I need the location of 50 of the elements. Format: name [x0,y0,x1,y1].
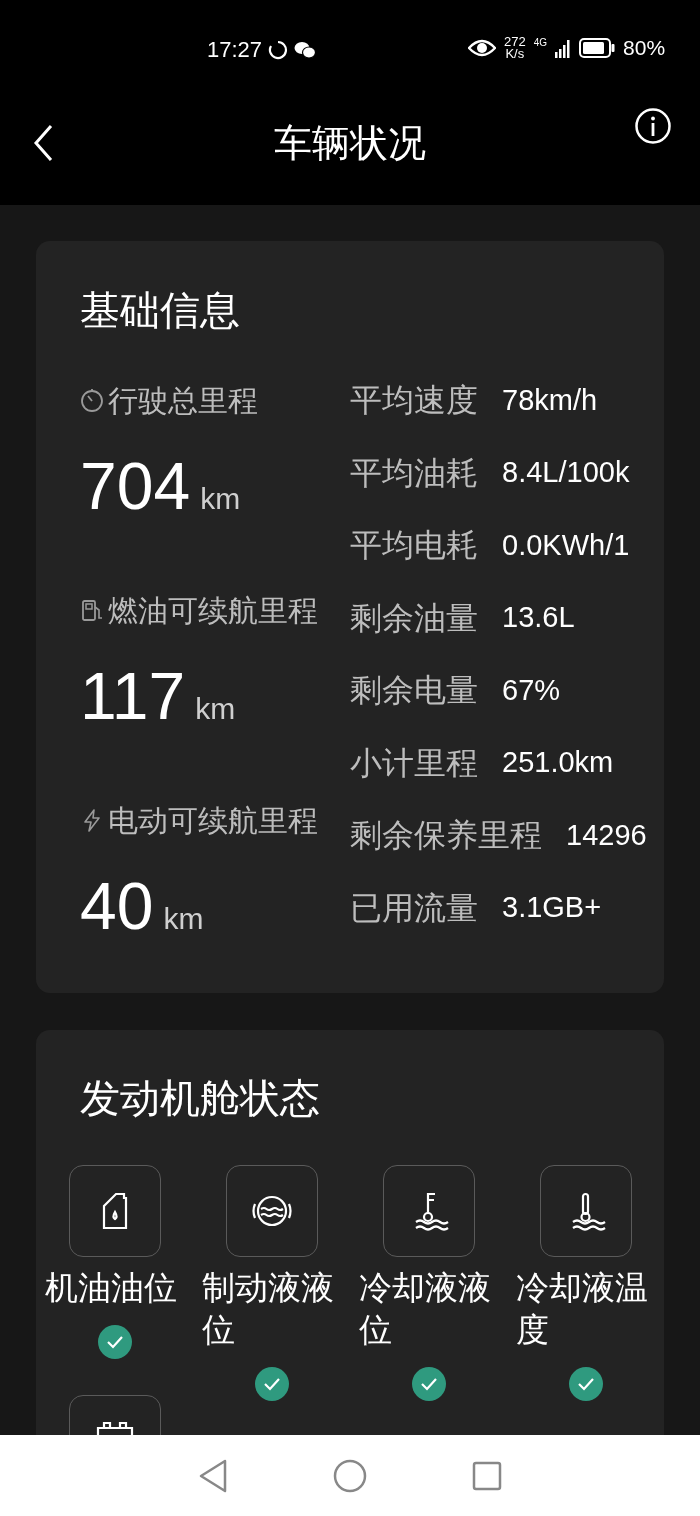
stat-label: 已用流量 [350,888,478,928]
stat-value: 8.4L/100k [502,455,630,490]
battery-icon [579,38,616,58]
stat-value: 13.6L [502,600,575,635]
recents-nav-icon[interactable] [472,1460,502,1491]
range-unit: km [163,901,204,937]
range-label: 行驶总里程 [108,382,258,419]
stat-label: 平均速度 [350,381,478,421]
range-value: 117 [80,658,186,735]
info-button[interactable] [634,107,672,145]
range-label: 燃油可续航里程 [108,592,318,629]
eye-icon [468,38,496,58]
back-icon [32,124,54,162]
page-title: 车辆状况 [274,120,426,166]
stat-label: 小计里程 [350,743,478,783]
sync-icon [268,40,289,60]
battery-percent: 80% [623,36,666,60]
item-label: 机油油位 [44,1268,178,1308]
range-value: 704 [80,448,191,525]
back-nav-icon[interactable] [198,1458,228,1493]
stat-value: 3.1GB+ [502,890,602,925]
item-label: 冷却液温度 [515,1268,649,1350]
range-unit: km [200,481,241,517]
item-label: 冷却液液位 [358,1268,492,1350]
chat-icon [294,41,317,59]
network-speed: 272 [504,36,526,48]
network-speed-unit: K/s [505,48,525,60]
stat-label: 平均油耗 [350,453,478,493]
stat-value: 251.0km [502,745,614,780]
fuel-pump-icon [80,598,104,622]
item-label: 制动液液位 [201,1268,335,1350]
network-type: 4G [533,38,548,48]
range-label: 电动可续航里程 [108,802,318,839]
gauge-icon [80,388,104,412]
stat-label: 剩余油量 [350,598,478,638]
info-icon [634,107,672,145]
stat-label: 平均电耗 [350,526,478,566]
card-title: 基础信息 [80,287,241,334]
status-time: 17:27 [207,36,263,64]
stat-label: 剩余保养里程 [350,816,542,856]
stat-label: 剩余电量 [350,671,478,711]
stat-value: 78km/h [502,382,598,418]
signal-icon [555,38,572,58]
card-title: 发动机舱状态 [79,1075,321,1122]
stat-value: 67% [502,672,561,708]
home-nav-icon[interactable] [333,1458,367,1493]
stat-value: 0.0KWh/1 [502,527,630,563]
range-value: 40 [80,868,154,945]
stat-value: 14296 [566,817,647,853]
range-unit: km [195,691,236,727]
